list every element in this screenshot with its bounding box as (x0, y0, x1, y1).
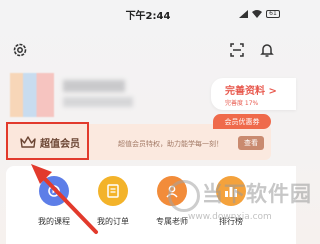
bell-icon[interactable] (259, 42, 275, 58)
complete-profile-title: 完善资料 > (225, 86, 277, 97)
tool-label: 我的订单 (97, 217, 129, 226)
member-view-button[interactable]: 查看 (238, 136, 264, 150)
complete-profile-progress: 完善度 17% (225, 100, 259, 107)
member-coupon-tag[interactable]: 会员优惠券 (213, 114, 271, 129)
complete-profile-card[interactable]: 完善资料 > 完善度 17% (211, 78, 296, 110)
watermark-logo-icon (168, 180, 200, 212)
status-time: 下午2:44 (125, 10, 171, 22)
scan-icon[interactable] (230, 43, 244, 57)
course-icon (39, 176, 69, 206)
tool-label: 我的课程 (38, 217, 70, 226)
crown-icon (20, 136, 36, 148)
settings-icon[interactable] (12, 42, 28, 58)
battery-icon: 61 (266, 10, 280, 18)
tool-my-courses[interactable]: 我的课程 (23, 176, 83, 236)
watermark-title: 当下软件园 (202, 182, 312, 206)
signal-icon (239, 10, 248, 18)
member-entry-highlighted[interactable]: 超值会员 (6, 122, 89, 160)
wifi-icon (252, 10, 262, 18)
tool-my-orders[interactable]: 我的订单 (82, 176, 142, 236)
status-bar: 下午2:44 61 (0, 0, 296, 28)
member-description: 超值会员特权，助力能学每一刻！ (118, 140, 223, 148)
nickname-blurred (63, 80, 125, 92)
member-label: 超值会员 (40, 139, 80, 150)
status-icons: 61 (239, 10, 280, 18)
order-icon (98, 176, 128, 206)
user-id-blurred (63, 97, 133, 107)
site-watermark: 当下软件园 www.downxia.com (168, 178, 311, 234)
watermark-url: www.downxia.com (188, 212, 272, 222)
avatar[interactable] (10, 73, 54, 117)
